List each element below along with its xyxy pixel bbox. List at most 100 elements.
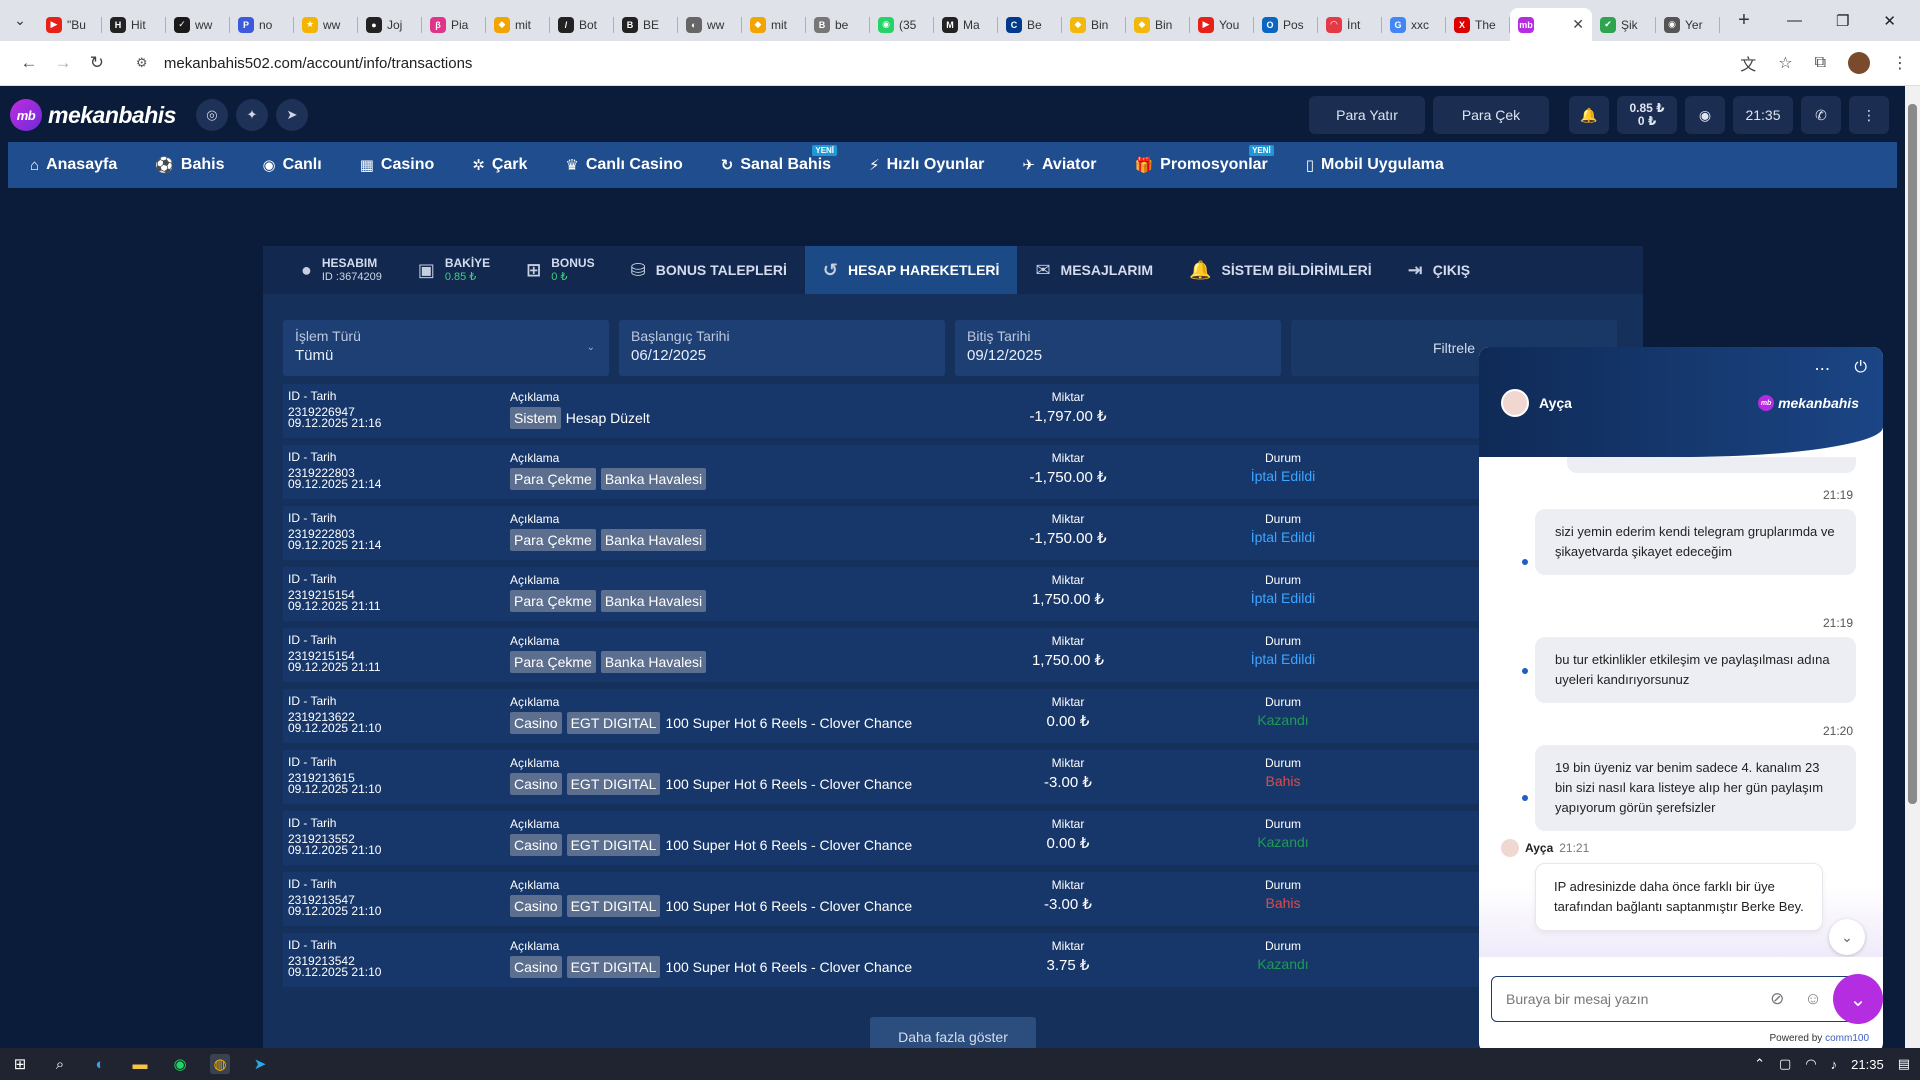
close-tab-icon[interactable]: ✕ (1572, 16, 1584, 33)
chat-toggle-button[interactable]: ⌄ (1833, 974, 1883, 1024)
forward-icon[interactable]: → (46, 46, 80, 80)
browser-tab[interactable]: ▶ "Bu (38, 8, 102, 41)
tab-cikis[interactable]: ⇥ ÇIKIŞ (1390, 246, 1488, 294)
nav-item[interactable]: ♛ Canlı Casino (565, 156, 682, 174)
close-window-button[interactable]: ✕ (1883, 12, 1896, 30)
nav-item[interactable]: ⚡ Hızlı Oyunlar (869, 156, 984, 174)
browser-tab[interactable]: / Bot (550, 8, 614, 41)
browser-tab[interactable]: B BE (614, 8, 678, 41)
browser-tab[interactable]: ◆ Bin (1126, 8, 1190, 41)
nav-item[interactable]: ↻ Sanal Bahis YENİ (721, 145, 838, 174)
browser-tab[interactable]: ▶ You (1190, 8, 1254, 41)
translate-icon[interactable]: 文 (1740, 51, 1756, 75)
tab-bonus-talepleri[interactable]: ⛁ BONUS TALEPLERİ (613, 246, 805, 294)
maximize-button[interactable]: ❐ (1836, 12, 1849, 30)
tray-chevron-icon[interactable]: ⌃ (1754, 1056, 1765, 1072)
notifications-bell-icon[interactable]: 🔔 (1569, 96, 1609, 134)
profile-avatar[interactable] (1848, 52, 1871, 74)
notification-icon[interactable]: ▤ (1898, 1056, 1910, 1072)
browser-tab[interactable]: M Ma (934, 8, 998, 41)
chrome-icon[interactable]: ◍ (210, 1054, 230, 1074)
balance-display[interactable]: 0.85 ₺ 0 ₺ (1617, 96, 1677, 134)
scroll-down-icon[interactable]: ⌄ (1829, 919, 1865, 955)
site-logo[interactable]: mb mekanbahis (10, 99, 176, 131)
tab-search-icon[interactable]: ⌄ (8, 9, 32, 33)
tray-app-icon[interactable]: ▢ (1779, 1056, 1791, 1072)
page-scrollbar[interactable] (1905, 86, 1920, 1048)
scrollbar-thumb[interactable] (1908, 104, 1917, 804)
site-info-icon[interactable]: ⚙ (136, 55, 152, 71)
end-date-field[interactable]: Bitiş Tarihi 09/12/2025 (955, 320, 1281, 376)
telegram-taskbar-icon[interactable]: ➤ (250, 1054, 270, 1074)
chat-message-input[interactable]: Buraya bir mesaj yazın ⊘ ☺ ➢ (1491, 976, 1871, 1022)
address-bar[interactable]: ⚙ mekanbahis502.com/account/info/transac… (121, 45, 1741, 81)
tab-mesajlarim[interactable]: ✉ MESAJLARIM (1017, 246, 1171, 294)
browser-tab[interactable]: Bbe (806, 8, 870, 41)
nav-item[interactable]: ⚽ Bahis (155, 156, 224, 174)
browser-tab[interactable]: C Be (998, 8, 1062, 41)
twitter-icon[interactable]: ✦ (235, 99, 268, 131)
new-tab-button[interactable]: + (1730, 9, 1758, 32)
bookmark-star-icon[interactable]: ☆ (1778, 53, 1792, 73)
nav-item[interactable]: ✈ Aviator (1022, 156, 1096, 174)
extensions-icon[interactable]: ⧉ (1815, 54, 1826, 72)
browser-menu-icon[interactable]: ⋮ (1892, 53, 1908, 73)
chat-power-icon[interactable]: ⏻ (1854, 359, 1867, 379)
emoji-icon[interactable]: ☺ (1804, 989, 1821, 1009)
instagram-icon[interactable]: ◎ (195, 99, 228, 131)
taskbar-clock[interactable]: 21:35 (1851, 1057, 1884, 1072)
browser-tab[interactable]: ◆ mit (742, 8, 806, 41)
transaction-type-select[interactable]: İşlem Türü Tümü ⌄ (283, 320, 609, 376)
chat-messages[interactable]: 21:19 sizi yemin ederim kendi telegram g… (1479, 457, 1883, 957)
tab-sistem-bildirimleri[interactable]: 🔔 SİSTEM BİLDİRİMLERİ (1171, 246, 1390, 294)
browser-tab[interactable]: Gxxc (1382, 8, 1446, 41)
windows-start-icon[interactable]: ⊞ (10, 1054, 30, 1074)
nav-item[interactable]: 🎁 Promosyonlar YENİ (1134, 145, 1274, 174)
tab-active[interactable]: mb ✕ (1510, 8, 1592, 41)
deposit-button[interactable]: Para Yatır (1309, 96, 1425, 134)
nav-item[interactable]: ▦ Casino (360, 156, 435, 174)
browser-tab[interactable]: X The (1446, 8, 1510, 41)
user-account-icon[interactable]: ◉ (1685, 96, 1725, 134)
nav-item[interactable]: ✲ Çark (472, 156, 527, 174)
reload-icon[interactable]: ↻ (80, 46, 114, 80)
browser-tab[interactable]: ◆ mit (486, 8, 550, 41)
show-more-button[interactable]: Daha fazla göster (870, 1017, 1036, 1048)
browser-tab[interactable]: ✔ Şik (1592, 8, 1656, 41)
powered-by-brand[interactable]: comm100 (1825, 1033, 1869, 1044)
browser-tab[interactable]: ◐ ww (678, 8, 742, 41)
tab-hesap-hareketleri[interactable]: ↺ HESAP HAREKETLERİ (804, 246, 1018, 294)
search-icon[interactable]: ⌕ (50, 1054, 70, 1074)
withdraw-button[interactable]: Para Çek (1433, 96, 1549, 134)
file-explorer-icon[interactable]: ▬ (130, 1054, 150, 1074)
browser-tab[interactable]: H Hit (102, 8, 166, 41)
browser-tab[interactable]: ★ ww (294, 8, 358, 41)
attachment-icon[interactable]: ⊘ (1770, 989, 1784, 1009)
browser-tab[interactable]: O Pos (1254, 8, 1318, 41)
start-date-field[interactable]: Başlangıç Tarihi 06/12/2025 (619, 320, 945, 376)
telegram-icon[interactable]: ➤ (275, 99, 308, 131)
chat-options-icon[interactable]: ⋯ (1814, 359, 1830, 379)
edge-icon[interactable]: ◐ (90, 1054, 110, 1074)
nav-item[interactable]: ◉ Canlı (262, 156, 321, 174)
back-icon[interactable]: ← (12, 46, 46, 80)
volume-icon[interactable]: ♪ (1831, 1057, 1838, 1072)
spotify-icon[interactable]: ◉ (170, 1054, 190, 1074)
more-menu-icon[interactable]: ⋮ (1849, 96, 1889, 134)
browser-tab[interactable]: ◆ Bin (1062, 8, 1126, 41)
nav-item[interactable]: ⌂ Anasayfa (30, 156, 117, 174)
minimize-button[interactable]: — (1787, 12, 1802, 30)
tab-bakiye[interactable]: ▣ BAKİYE 0.85 ₺ (400, 246, 508, 294)
browser-tab[interactable]: ◉ (35 (870, 8, 934, 41)
phone-icon[interactable]: ✆ (1801, 96, 1841, 134)
browser-tab[interactable]: ● Joj (358, 8, 422, 41)
browser-tab[interactable]: ✓ ww (166, 8, 230, 41)
browser-tab[interactable]: ◠ İnt (1318, 8, 1382, 41)
browser-tab[interactable]: ◉ Yer (1656, 8, 1720, 41)
tab-hesabim[interactable]: ● HESABIM ID :3674209 (283, 246, 400, 294)
tab-bonus[interactable]: ⊞ BONUS 0 ₺ (508, 246, 612, 294)
browser-tab[interactable]: Pno (230, 8, 294, 41)
wifi-icon[interactable]: ◠ (1805, 1056, 1816, 1072)
nav-item[interactable]: ▯ Mobil Uygulama (1306, 156, 1444, 174)
browser-tab[interactable]: β Pia (422, 8, 486, 41)
